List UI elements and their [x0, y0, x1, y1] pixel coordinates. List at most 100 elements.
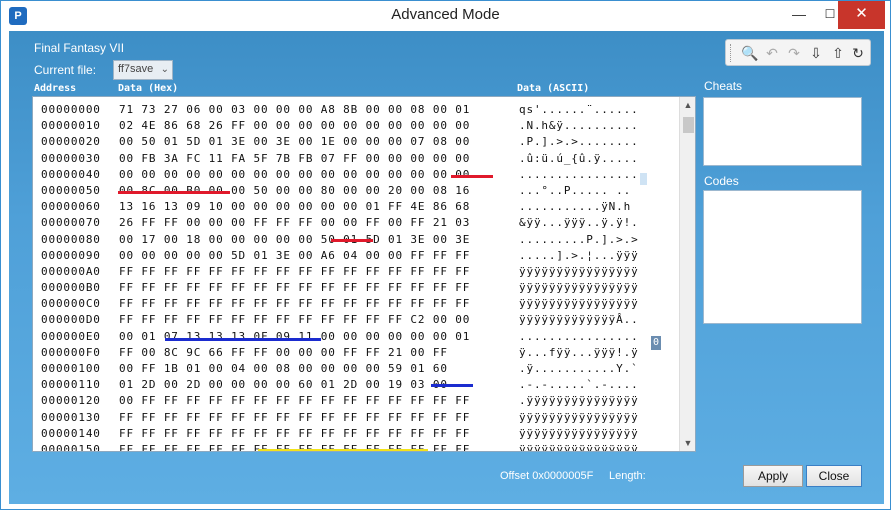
redo-icon[interactable]: ↷ [784, 43, 804, 63]
row-hex-bytes[interactable]: 00 50 01 5D 01 3E 00 3E 00 1E 00 00 00 0… [119, 134, 470, 150]
row-address: 00000020 [41, 135, 101, 149]
offset-readout: Offset 0x0000005F [500, 470, 594, 482]
current-file-label: Current file: [34, 63, 97, 77]
row-ascii[interactable]: .N.h&ÿ.......... [519, 118, 639, 134]
row-hex-bytes[interactable]: 00 01 07 13 13 13 0F 09 11 00 00 00 00 0… [119, 329, 470, 345]
ascii-column-header: Data (ASCII) [517, 83, 590, 94]
scroll-up-icon[interactable]: ▲ [680, 97, 695, 113]
red-underline-mark [331, 239, 373, 242]
minimize-button[interactable]: — [783, 1, 815, 29]
current-file-value: ff7save [118, 63, 154, 75]
row-ascii[interactable]: ÿÿÿÿÿÿÿÿÿÿÿÿÿÿÿÿ [519, 264, 639, 280]
row-address: 000000B0 [41, 281, 101, 295]
row-ascii[interactable]: .........P.].>.> [519, 232, 639, 248]
row-hex-bytes[interactable]: FF FF FF FF FF FF FF FF FF FF FF FF FF F… [119, 296, 470, 312]
row-ascii[interactable]: ................ [519, 329, 639, 345]
row-address: 00000000 [41, 103, 101, 116]
address-column-header: Address [34, 83, 77, 94]
row-address: 000000E0 [41, 329, 101, 343]
row-ascii[interactable]: ÿÿÿÿÿÿÿÿÿÿÿÿÿÿÿÿ [519, 296, 639, 312]
toolbar-grip[interactable] [730, 44, 733, 62]
row-ascii[interactable]: .....].>.¦...ÿÿÿ [519, 248, 639, 264]
row-ascii[interactable]: ...........ÿN.h [519, 199, 639, 215]
vertical-scrollbar[interactable]: ▲ ▼ [679, 97, 695, 451]
apply-button[interactable]: Apply [743, 465, 803, 487]
row-hex-bytes[interactable]: 00 17 00 18 00 00 00 00 00 50 01 5D 01 3… [119, 232, 470, 248]
row-address: 00000060 [41, 200, 101, 214]
row-ascii[interactable]: .-.-.....`.-.... [519, 377, 639, 393]
hex-column-header: Data (Hex) [118, 83, 179, 94]
row-ascii[interactable]: ÿÿÿÿÿÿÿÿÿÿÿÿÿÿÿÿ [519, 410, 639, 426]
import-icon[interactable]: ⇩ [806, 43, 826, 63]
row-ascii[interactable]: &ÿÿ...ÿÿÿ..ÿ.ÿ!. [519, 215, 639, 231]
row-ascii[interactable]: ÿ...fÿÿ...ÿÿÿ!.ÿ [519, 345, 639, 361]
blue-underline-mark [431, 384, 473, 387]
row-address: 00000130 [41, 410, 101, 424]
row-address: 00000070 [41, 216, 101, 230]
row-ascii[interactable]: ÿÿÿÿÿÿÿÿÿÿÿÿÿÿÿÿ [519, 442, 639, 451]
row-address: 00000050 [41, 183, 101, 197]
current-file-select[interactable]: ff7save ⌄ [113, 60, 173, 80]
row-ascii[interactable]: .û:ü.ú_{û.ÿ..... [519, 151, 639, 167]
row-address: 000000F0 [41, 345, 101, 359]
row-ascii[interactable]: ...°..P..... .. [519, 183, 639, 199]
close-button[interactable]: Close [806, 465, 862, 487]
row-address: 00000150 [41, 442, 101, 452]
codes-label: Codes [704, 174, 739, 188]
row-hex-bytes[interactable]: 71 73 27 06 00 03 00 00 00 A8 8B 00 00 0… [119, 102, 470, 118]
editor-frame: Final Fantasy VII Current file: ff7save … [9, 31, 884, 504]
row-address: 00000140 [41, 426, 101, 440]
row-hex-bytes[interactable]: 00 00 00 00 00 00 00 00 00 00 00 00 00 0… [119, 167, 470, 183]
row-hex-bytes[interactable]: FF FF FF FF FF FF FF FF FF FF FF FF FF C… [119, 312, 470, 328]
row-address: 00000090 [41, 248, 101, 262]
row-hex-bytes[interactable]: FF FF FF FF FF FF FF FF FF FF FF FF FF F… [119, 410, 470, 426]
ascii-data-column[interactable]: qs'......¨...... .N.h&ÿ.......... .P.].>.>… [519, 102, 639, 451]
search-icon[interactable]: 🔍 [740, 43, 760, 63]
row-ascii[interactable]: .P.].>.>........ [519, 134, 639, 150]
row-hex-bytes[interactable]: FF FF FF FF FF FF FF FF FF FF FF FF FF F… [119, 264, 470, 280]
row-ascii[interactable]: .ÿÿÿÿÿÿÿÿÿÿÿÿÿÿÿ [519, 393, 639, 409]
refresh-icon[interactable]: ↻ [848, 43, 868, 63]
row-hex-bytes[interactable]: 01 2D 00 2D 00 00 00 00 60 01 2D 00 19 0… [119, 377, 470, 393]
game-name: Final Fantasy VII [34, 41, 125, 55]
cheats-list[interactable] [703, 97, 862, 166]
window-close-button[interactable]: ✕ [838, 1, 885, 29]
address-column: 00000000 00000010 00000020 00000030 00000040… [41, 102, 101, 452]
row-hex-bytes[interactable]: 02 4E 86 68 26 FF 00 00 00 00 00 00 00 0… [119, 118, 470, 134]
row-address: 000000C0 [41, 297, 101, 311]
caret-highlight [640, 173, 647, 185]
row-hex-bytes[interactable]: FF FF FF FF FF FF FF FF FF FF FF FF FF F… [119, 280, 470, 296]
row-hex-bytes[interactable]: 00 00 00 00 00 5D 01 3E 00 A6 04 00 00 F… [119, 248, 470, 264]
row-hex-bytes[interactable]: 26 FF FF 00 00 00 FF FF FF 00 00 FF 00 F… [119, 215, 470, 231]
toolbar: 🔍 ↶ ↷ ⇩ ⇧ ↻ [725, 39, 871, 66]
hex-editor[interactable]: 00000000 00000010 00000020 00000030 00000040… [32, 96, 696, 452]
row-address: 00000030 [41, 151, 101, 165]
undo-icon[interactable]: ↶ [762, 43, 782, 63]
row-ascii[interactable]: ÿÿÿÿÿÿÿÿÿÿÿÿÿÿÿÿ [519, 280, 639, 296]
hex-data-column[interactable]: 71 73 27 06 00 03 00 00 00 A8 8B 00 00 0… [119, 102, 470, 451]
export-icon[interactable]: ⇧ [828, 43, 848, 63]
red-underline-mark [451, 175, 493, 178]
row-hex-bytes[interactable]: 00 FF FF FF FF FF FF FF FF FF FF FF FF F… [119, 393, 470, 409]
row-address: 00000100 [41, 362, 101, 375]
chevron-down-icon: ⌄ [160, 64, 169, 75]
scroll-thumb[interactable] [683, 117, 694, 133]
row-address: 00000120 [41, 394, 101, 408]
row-address: 00000110 [41, 378, 101, 392]
row-ascii[interactable]: ................ [519, 167, 639, 183]
row-address: 00000010 [41, 119, 101, 133]
row-hex-bytes[interactable]: FF 00 8C 9C 66 FF FF 00 00 00 FF FF 21 0… [119, 345, 470, 361]
advanced-mode-window: P Advanced Mode — ☐ ✕ Final Fantasy VII … [0, 0, 891, 510]
row-hex-bytes[interactable]: FF FF FF FF FF FF FF FF FF FF FF FF FF F… [119, 426, 470, 442]
row-hex-bytes[interactable]: 13 16 13 09 10 00 00 00 00 00 00 01 FF 4… [119, 199, 470, 215]
row-hex-bytes[interactable]: 00 FB 3A FC 11 FA 5F 7B FB 07 FF 00 00 0… [119, 151, 470, 167]
row-ascii[interactable]: ÿÿÿÿÿÿÿÿÿÿÿÿÿÂ.. [519, 312, 639, 328]
row-ascii[interactable]: ÿÿÿÿÿÿÿÿÿÿÿÿÿÿÿÿ [519, 426, 639, 442]
row-ascii[interactable]: qs'......¨...... [519, 102, 639, 118]
row-ascii[interactable]: .ÿ...........Y.` [519, 361, 639, 377]
row-hex-bytes[interactable]: 00 FF 1B 01 00 04 00 08 00 00 00 00 59 0… [119, 361, 470, 377]
red-underline-mark [118, 191, 230, 194]
selection-badge: 0 [651, 336, 661, 350]
codes-list[interactable] [703, 190, 862, 324]
scroll-down-icon[interactable]: ▼ [680, 435, 695, 451]
